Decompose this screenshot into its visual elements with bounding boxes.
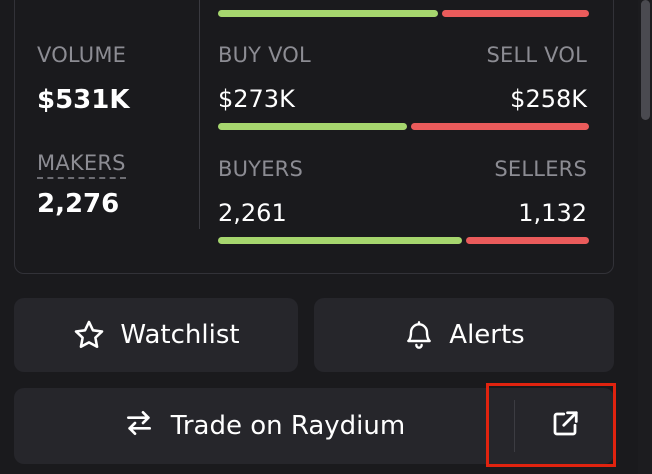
- column-divider: [199, 0, 200, 229]
- watchlist-button[interactable]: Watchlist: [14, 298, 298, 372]
- sell-vol-value: $258K: [510, 85, 587, 113]
- sellers-bar: [466, 237, 589, 244]
- alerts-label: Alerts: [449, 320, 525, 350]
- trade-label: Trade on Raydium: [170, 411, 406, 441]
- star-icon: [72, 318, 106, 352]
- alerts-button[interactable]: Alerts: [314, 298, 614, 372]
- buyers-value: 2,261: [218, 199, 287, 227]
- buy-vol-value: $273K: [218, 85, 295, 113]
- buy-vol-label: BUY VOL: [218, 43, 311, 67]
- makers-label[interactable]: MAKERS: [37, 153, 126, 179]
- sellers-label: SELLERS: [494, 157, 587, 181]
- open-external-button[interactable]: [515, 388, 614, 464]
- buy-vol-bar: [218, 123, 407, 130]
- buyers-bar: [218, 237, 462, 244]
- sell-vol-label: SELL VOL: [486, 43, 587, 67]
- ratio-bar-buy: [218, 10, 438, 17]
- trade-bar: Trade on Raydium: [14, 388, 614, 464]
- watchlist-label: Watchlist: [120, 320, 240, 350]
- swap-arrows-icon: [123, 407, 155, 446]
- token-stats-panel: VOLUME $531K MAKERS 2,276 BUY VOL SELL V…: [0, 0, 652, 474]
- makers-value: 2,276: [37, 189, 120, 219]
- buyers-label: BUYERS: [218, 157, 303, 181]
- sellers-value: 1,132: [518, 199, 587, 227]
- sell-vol-bar: [411, 123, 589, 130]
- trade-button[interactable]: Trade on Raydium: [14, 388, 514, 464]
- bell-icon: [403, 319, 435, 351]
- volume-label: VOLUME: [37, 43, 127, 67]
- ratio-bar-sell: [442, 10, 589, 17]
- volume-value: $531K: [37, 85, 130, 115]
- stats-card: VOLUME $531K MAKERS 2,276 BUY VOL SELL V…: [14, 0, 614, 274]
- external-link-icon: [550, 409, 580, 443]
- scrollbar-thumb[interactable]: [641, 0, 650, 120]
